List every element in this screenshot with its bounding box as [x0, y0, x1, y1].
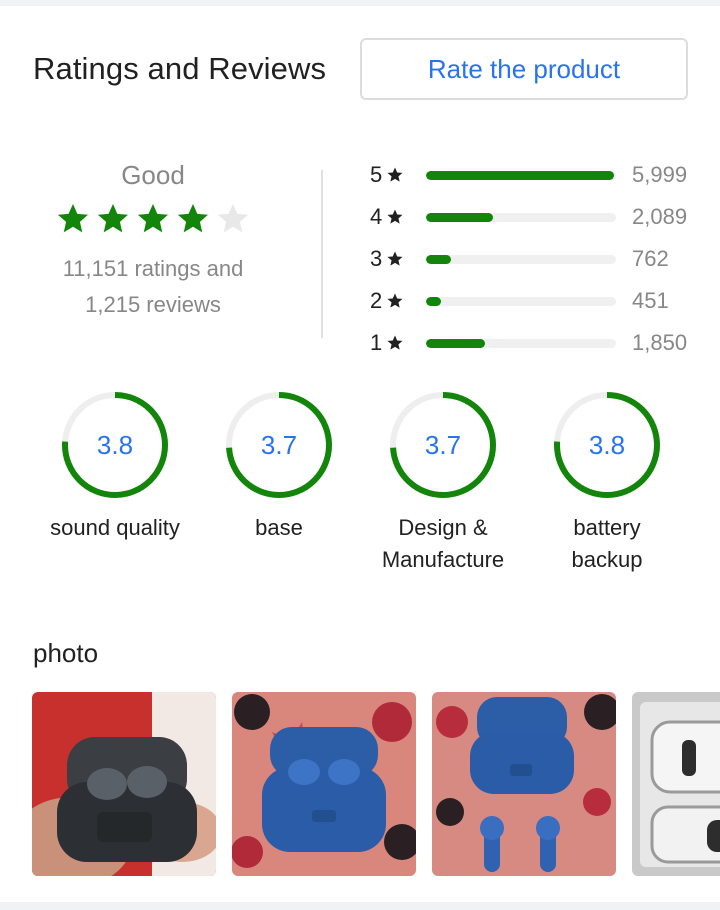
rating-row-count: 1,850	[632, 330, 688, 355]
star-filled-icon	[137, 204, 168, 233]
summary-divider	[321, 170, 323, 338]
photo-thumb[interactable]	[432, 692, 616, 876]
aspect-label: battery backup	[525, 512, 689, 576]
rating-bar-track	[426, 296, 616, 306]
photo-strip[interactable]	[32, 692, 720, 876]
rating-bar-fill	[426, 254, 451, 264]
rating-bar-track	[426, 170, 616, 180]
photo-blue-case-and-earbuds	[432, 692, 616, 876]
aspect-rating[interactable]: 3.7 Design & Manufacture	[361, 390, 525, 576]
aspect-rating[interactable]: 3.8 sound quality	[33, 390, 197, 544]
star-filled-icon	[177, 204, 208, 233]
aspect-label: Design & Manufacture	[361, 512, 525, 576]
rating-row-number: 5	[370, 162, 383, 187]
rating-row-5: 5 5,999	[370, 154, 690, 196]
aspect-score: 3.7	[260, 429, 298, 460]
photo-white-packaging	[632, 692, 720, 876]
aspect-label: sound quality	[33, 512, 197, 544]
ratings-count-text: 11,151 ratings and	[62, 256, 244, 281]
rating-row-count: 2,089	[632, 204, 688, 229]
rating-bar-fill	[426, 296, 442, 306]
star-icon	[387, 335, 403, 350]
rating-bar-track	[426, 212, 616, 222]
reviews-count-text: 1,215 reviews	[85, 292, 221, 317]
rating-row-count: 451	[632, 288, 669, 313]
star-icon	[387, 251, 403, 266]
rating-row-label: 3	[370, 246, 412, 272]
rating-breakdown: 5 5,999 4 2,089 3 762 2 451 1 1,850	[370, 154, 690, 364]
rating-row-4: 4 2,089	[370, 196, 690, 238]
aspect-rating[interactable]: 3.8 battery backup	[525, 390, 689, 576]
aspect-rating[interactable]: 3.7 base	[197, 390, 361, 544]
aspect-ring: 3.8	[60, 390, 170, 500]
rating-row-count: 5,999	[632, 162, 688, 187]
rate-product-button[interactable]: Rate the product	[360, 38, 688, 100]
aspect-ring: 3.8	[552, 390, 662, 500]
rating-row-label: 2	[370, 288, 412, 314]
rating-row-label: 1	[370, 330, 412, 356]
section-title: Ratings and Reviews	[33, 51, 327, 86]
aspect-ratings: 3.8 sound quality 3.7 base 3.7 Design & Manufa…	[33, 390, 689, 590]
aspect-ring: 3.7	[224, 390, 334, 500]
star-empty-icon	[217, 204, 248, 233]
rating-row-number: 2	[370, 288, 383, 313]
aspect-score: 3.8	[96, 429, 134, 460]
aspect-label-line: backup	[571, 547, 643, 572]
star-icon	[387, 167, 403, 182]
rating-bar-fill	[426, 212, 493, 222]
top-divider	[0, 0, 720, 6]
rating-row-2: 2 451	[370, 280, 690, 322]
aspect-score: 3.8	[588, 429, 626, 460]
rating-row-3: 3 762	[370, 238, 690, 280]
aspect-label: base	[197, 512, 361, 544]
photo-thumb[interactable]	[632, 692, 720, 876]
aspect-ring: 3.7	[388, 390, 498, 500]
rating-row-number: 1	[370, 330, 383, 355]
rating-row-count: 762	[632, 246, 669, 271]
star-icon	[387, 293, 403, 308]
rating-row-number: 4	[370, 204, 383, 229]
aspect-label-line: base	[255, 515, 303, 540]
photo-thumb[interactable]	[232, 692, 416, 876]
rating-summary: Good 11,151 ratings and 1,215 reviews	[33, 160, 273, 323]
aspect-label-line: Manufacture	[381, 547, 505, 572]
rating-bar-fill	[426, 338, 485, 348]
bottom-divider	[0, 902, 720, 910]
rating-row-label: 4	[370, 204, 412, 230]
star-icon	[387, 209, 403, 224]
rating-bar-track	[426, 338, 616, 348]
photo-blue-earbuds-case	[232, 692, 416, 876]
rating-row-1: 1 1,850	[370, 322, 690, 364]
rating-counts: 11,151 ratings and 1,215 reviews	[33, 251, 273, 323]
rating-bar-fill	[426, 170, 615, 180]
ratings-header: Ratings and Reviews Rate the product	[33, 38, 688, 100]
aspect-score: 3.7	[424, 429, 462, 460]
star-filled-icon	[97, 204, 128, 233]
rating-bar-track	[426, 254, 616, 264]
star-filled-icon	[57, 204, 88, 233]
summary-stars	[33, 201, 273, 237]
aspect-label-line: sound quality	[50, 515, 180, 540]
aspect-label-line: battery	[573, 515, 641, 540]
photo-thumb[interactable]	[32, 692, 216, 876]
rating-row-number: 3	[370, 246, 383, 271]
rating-row-label: 5	[370, 162, 412, 188]
photo-black-earbuds-case	[32, 692, 216, 876]
photo-section-title: photo	[33, 638, 99, 668]
rating-verdict: Good	[121, 160, 185, 190]
aspect-label-line: Design &	[398, 515, 488, 540]
